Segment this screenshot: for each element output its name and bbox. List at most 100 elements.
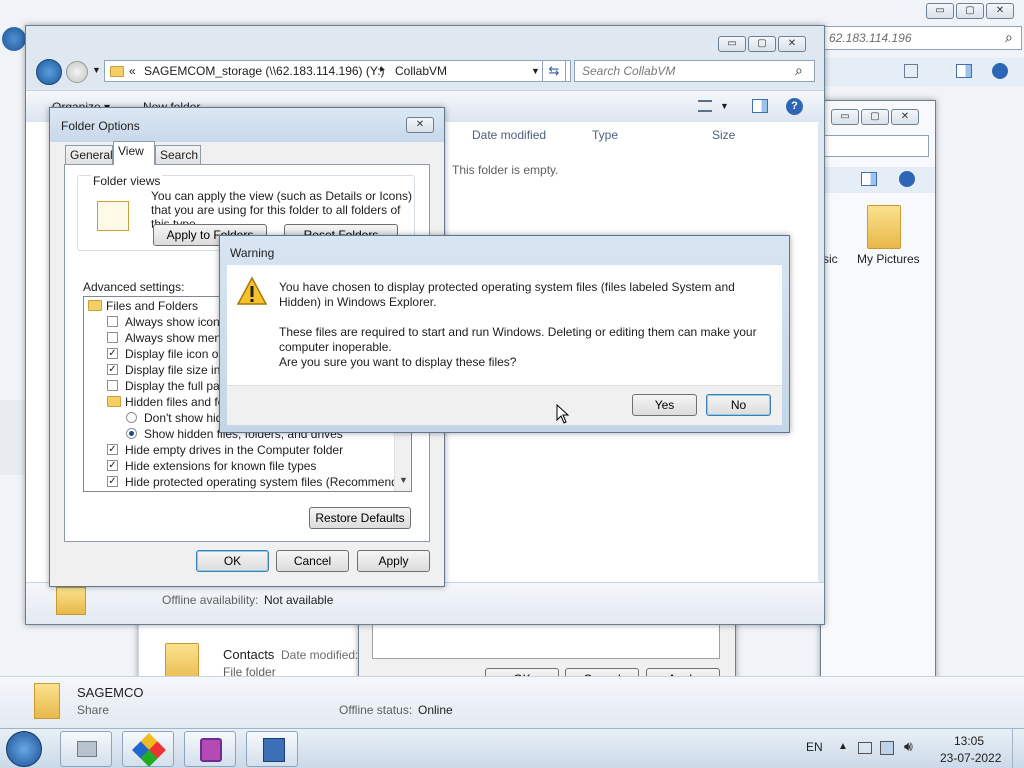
tree-radio-button[interactable] (126, 412, 137, 423)
warning-line-4: computer inoperable. (279, 340, 392, 354)
warning-yes-button[interactable]: Yes (632, 394, 697, 416)
tree-checkbox[interactable] (107, 380, 118, 391)
recent-pages-chevron-icon[interactable]: ▼ (92, 65, 101, 75)
my-pictures-folder-icon[interactable] (867, 205, 901, 249)
taskbar: EN ▲ 🔊︎ 13:05 23-07-2022 (0, 728, 1024, 768)
breadcrumb-drive[interactable]: SAGEMCOM_storage (\\62.183.114.196) (Y:) (144, 64, 385, 78)
tree-row[interactable]: ✓ Hide protected operating system files (… (84, 474, 411, 490)
action-center-icon[interactable] (858, 742, 872, 754)
libraries-help-icon[interactable] (899, 171, 915, 187)
show-desktop-button[interactable] (1012, 729, 1024, 768)
tree-checkbox[interactable]: ✓ (107, 460, 118, 471)
offline-availability-value: Not available (264, 593, 334, 607)
breadcrumb-prefix[interactable]: « (129, 64, 136, 78)
tree-folder-icon (107, 396, 121, 407)
tab-search[interactable]: Search (155, 145, 201, 164)
warning-line-1: You have chosen to display protected ope… (279, 280, 735, 294)
tree-row[interactable]: ✓ Hide empty drives in the Computer folde… (84, 442, 392, 458)
clock-date[interactable]: 23-07-2022 (940, 751, 1001, 765)
show-hidden-icons-button[interactable]: ▲ (838, 741, 848, 752)
colorful-app-icon (132, 733, 166, 767)
warning-footer (227, 385, 782, 425)
refresh-button[interactable]: ⇆ (542, 60, 566, 82)
network-icon[interactable] (880, 741, 894, 755)
warning-no-button[interactable]: No (706, 394, 771, 416)
background-restore-button[interactable]: ▢ (956, 3, 984, 19)
taskbar-explorer-button[interactable] (60, 731, 112, 767)
tab-general[interactable]: General (65, 145, 113, 164)
tree-row-label: Hide empty drives in the Computer folder (125, 443, 344, 457)
background-close-button[interactable]: ✕ (986, 3, 1014, 19)
background-minimize-button[interactable]: ▭ (926, 3, 954, 19)
details-pane: SAGEMCO Share Offline status: Online (0, 676, 1024, 728)
scroll-down-icon[interactable]: ▼ (399, 475, 408, 485)
warning-line-5: Are you sure you want to display these f… (279, 355, 517, 369)
clock-time[interactable]: 13:05 (954, 734, 984, 748)
libraries-preview-pane-icon[interactable] (861, 172, 877, 186)
explorer-maximize-button[interactable]: ▢ (748, 36, 776, 52)
tree-row-label: Always show menus (125, 331, 234, 345)
background-views-icon[interactable] (904, 64, 918, 78)
tree-checkbox[interactable]: ✓ (107, 364, 118, 375)
tree-checkbox[interactable]: ✓ (107, 444, 118, 455)
preview-pane-icon[interactable] (752, 99, 768, 113)
view-dropdown-icon[interactable]: ▼ (720, 101, 729, 111)
tree-row[interactable]: ✓ Hide extensions for known file types (84, 458, 392, 474)
column-type[interactable]: Type (592, 128, 618, 142)
tree-row-label: Files and Folders (106, 299, 199, 313)
libraries-restore-button[interactable]: ▢ (861, 109, 889, 125)
taskbar-app-button-2[interactable] (184, 731, 236, 767)
folder-options-close-button[interactable]: ✕ (406, 117, 434, 133)
folder-options-apply-button[interactable]: Apply (357, 550, 430, 572)
column-size[interactable]: Size (712, 128, 735, 142)
background-toolbar (824, 58, 1024, 86)
warning-line-2: Hidden) in Windows Explorer. (279, 295, 437, 309)
offline-availability-label: Offline availability: (162, 593, 259, 607)
forward-arrow-icon[interactable] (66, 61, 88, 83)
taskbar-app-button-1[interactable] (122, 731, 174, 767)
tab-view[interactable]: View (113, 141, 155, 165)
background-back-icon[interactable] (2, 27, 26, 51)
column-date-modified[interactable]: Date modified (472, 128, 546, 142)
tree-checkbox[interactable]: ✓ (107, 348, 118, 359)
address-bar[interactable]: « SAGEMCOM_storage (\\62.183.114.196) (Y… (104, 60, 571, 82)
background-address-bar[interactable]: 62.183.114.196 ⌕ (824, 26, 1022, 50)
breadcrumb-current[interactable]: CollabVM (395, 64, 447, 78)
libraries-close-button[interactable]: ✕ (891, 109, 919, 125)
tree-checkbox[interactable] (107, 332, 118, 343)
taskbar-app-button-3[interactable] (246, 731, 298, 767)
explorer-close-button[interactable]: ✕ (778, 36, 806, 52)
help-icon[interactable]: ? (786, 98, 803, 115)
share-name: SAGEMCO (77, 685, 144, 700)
search-box[interactable]: Search CollabVM ⌕ (574, 60, 815, 82)
background-help-icon[interactable] (992, 63, 1008, 79)
back-arrow-icon[interactable] (36, 59, 62, 85)
background-sidebar-strip (0, 400, 26, 475)
libraries-minimize-button[interactable]: ▭ (831, 109, 859, 125)
address-folder-icon (110, 66, 124, 77)
my-pictures-label[interactable]: My Pictures (857, 252, 920, 266)
restore-defaults-button[interactable]: Restore Defaults (309, 507, 411, 529)
explorer-drive-icon (77, 741, 97, 757)
change-view-icon[interactable] (698, 100, 712, 112)
folder-options-cancel-button[interactable]: Cancel (276, 550, 349, 572)
volume-icon[interactable]: 🔊︎ (904, 738, 913, 755)
explorer-details-pane: Offline availability: Not available (26, 582, 824, 624)
folder-options-title: Folder Options (61, 119, 140, 133)
background-preview-pane-icon[interactable] (956, 64, 972, 78)
address-dropdown-icon[interactable]: ▼ (531, 66, 540, 76)
tree-checkbox[interactable] (107, 316, 118, 327)
contacts-name[interactable]: Contacts (223, 647, 274, 662)
explorer-minimize-button[interactable]: ▭ (718, 36, 746, 52)
tree-checkbox[interactable]: ✓ (107, 476, 118, 487)
start-button[interactable] (6, 731, 42, 767)
background-search-icon[interactable]: ⌕ (1005, 29, 1013, 46)
breadcrumb-arrow-icon[interactable]: ▸ (380, 64, 385, 75)
warning-title: Warning (230, 246, 275, 260)
libraries-search-box[interactable] (821, 135, 929, 157)
folder-options-ok-button[interactable]: OK (196, 550, 269, 572)
tree-radio-button[interactable] (126, 428, 137, 439)
tree-row-label: Hide extensions for known file types (125, 459, 317, 473)
search-icon[interactable]: ⌕ (795, 62, 803, 79)
language-indicator[interactable]: EN (806, 740, 823, 754)
